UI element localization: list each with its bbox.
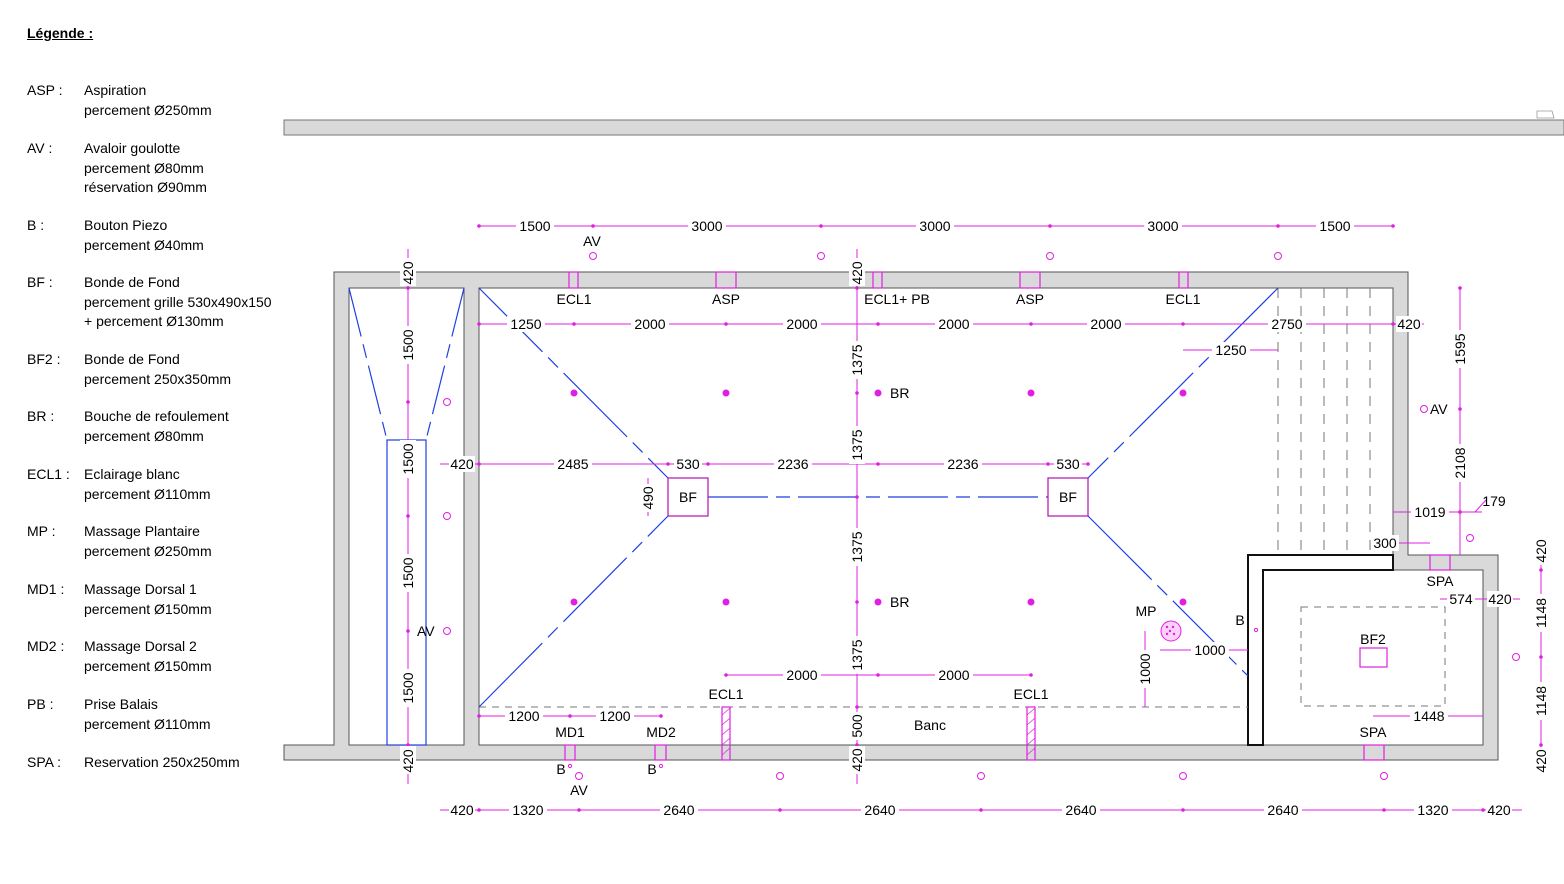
dim-bf: 490 [640,486,656,510]
dim-bl-0: 1200 [508,708,539,724]
label-asp-b: ASP [1016,291,1044,307]
dim-center-5: 500 [849,714,865,738]
dim-r300: 300 [1373,535,1397,551]
dim-bottom-6: 1320 [1417,802,1448,818]
dim-bench-0: 2000 [786,667,817,683]
dim-bottom-0: 420 [450,802,474,818]
label-spa-top: SPA [1427,573,1455,589]
label-md1: MD1 [555,724,585,740]
dim-r420: 420 [1488,591,1512,607]
dim-r1448: 1448 [1413,708,1444,724]
dim-left-4: 1500 [400,672,416,703]
label-ecl1-pb: ECL1+ PB [864,291,930,307]
dim-mid-4: 2236 [947,456,978,472]
label-banc: Banc [914,717,946,733]
dim-center-2: 1375 [849,429,865,460]
dim-spa-0: 420 [1533,539,1549,563]
dim-row2-2: 2000 [786,316,817,332]
label-bf-right: BF [1059,489,1077,505]
dim-bottom-7: 420 [1487,802,1511,818]
dim-spa-1: 1148 [1533,598,1549,628]
dim-mid-0: 420 [450,456,474,472]
dim-top-4: 1500 [1319,218,1350,234]
dim-r574: 574 [1449,591,1473,607]
dim-left-5: 420 [400,749,416,773]
label-bf-left: BF [679,489,697,505]
dim-row2-3: 2000 [938,316,969,332]
dim-r179: 179 [1482,493,1506,509]
label-spa-bottom: SPA [1360,724,1388,740]
dim-top-1: 3000 [691,218,722,234]
dim-spa-3: 420 [1533,749,1549,773]
dim-left-2: 1500 [400,443,416,474]
north-mark-icon [1536,110,1555,119]
dim-right-0: 1595 [1452,333,1468,364]
dim-row2-6: 420 [1397,316,1421,332]
dim-center-4: 1375 [849,639,865,670]
dim-left-3: 1500 [400,557,416,588]
label-bf2: BF2 [1360,631,1386,647]
label-b-md1: B [556,761,565,777]
pool-plan-drawing: 1500 3000 3000 3000 1500 1250 2000 2000 … [283,110,1564,818]
label-av-bottom: AV [570,782,588,798]
dim-row2-0: 1250 [510,316,541,332]
dimension-lines [407,225,1542,811]
bf2-box [1359,647,1388,668]
label-br-top: BR [890,385,909,401]
terrace-wall [283,119,1564,136]
label-ecl1-a: ECL1 [556,291,591,307]
dim-mid-5: 530 [1056,456,1080,472]
spa-bench-outline [1300,606,1446,707]
dim-r1019: 1019 [1414,504,1445,520]
dim-top-0: 1500 [519,218,550,234]
dim-center-0: 420 [849,261,865,285]
dim-bottom-1: 1320 [512,802,543,818]
label-av-left: AV [417,623,435,639]
label-mp: MP [1136,603,1157,619]
dim-top-2: 3000 [919,218,950,234]
label-md2: MD2 [646,724,676,740]
dim-mid-1: 2485 [557,456,588,472]
dim-row2-4: 2000 [1090,316,1121,332]
dim-mid-2: 530 [676,456,700,472]
dim-spa-2: 1148 [1533,686,1549,716]
dim-left-1: 1500 [400,329,416,360]
dim-bench-1: 2000 [938,667,969,683]
label-av-right: AV [1430,401,1448,417]
dim-bottom-3: 2640 [864,802,895,818]
label-b-md2: B [647,761,656,777]
dim-row2-5: 2750 [1271,316,1302,332]
dim-center-6: 420 [849,748,865,772]
dim-bottom-5: 2640 [1267,802,1298,818]
dim-right-1: 2108 [1452,447,1468,478]
dim-row2-1: 2000 [634,316,665,332]
dim-h1000: 1000 [1194,642,1225,658]
spa-edge [1247,554,1394,746]
dim-center-3: 1375 [849,531,865,562]
dim-bottom-2: 2640 [663,802,694,818]
av-circles [443,252,1520,780]
label-br-bottom: BR [890,594,909,610]
mp-circle [1160,620,1182,642]
dim-v1000: 1000 [1137,653,1153,684]
label-av-top: AV [583,233,601,249]
pool-walls [283,271,1499,761]
dim-bottom-4: 2640 [1065,802,1096,818]
dim-left-0: 420 [400,261,416,285]
label-ecl1-d: ECL1 [1013,686,1048,702]
dim-r1250: 1250 [1215,342,1246,358]
dim-bl-1: 1200 [599,708,630,724]
label-ecl1-c: ECL1 [708,686,743,702]
dim-center-1: 1375 [849,344,865,375]
label-ecl1-b: ECL1 [1165,291,1200,307]
dim-mid-3: 2236 [777,456,808,472]
label-b-right: B [1235,612,1244,628]
label-asp-a: ASP [712,291,740,307]
dim-top-3: 3000 [1147,218,1178,234]
